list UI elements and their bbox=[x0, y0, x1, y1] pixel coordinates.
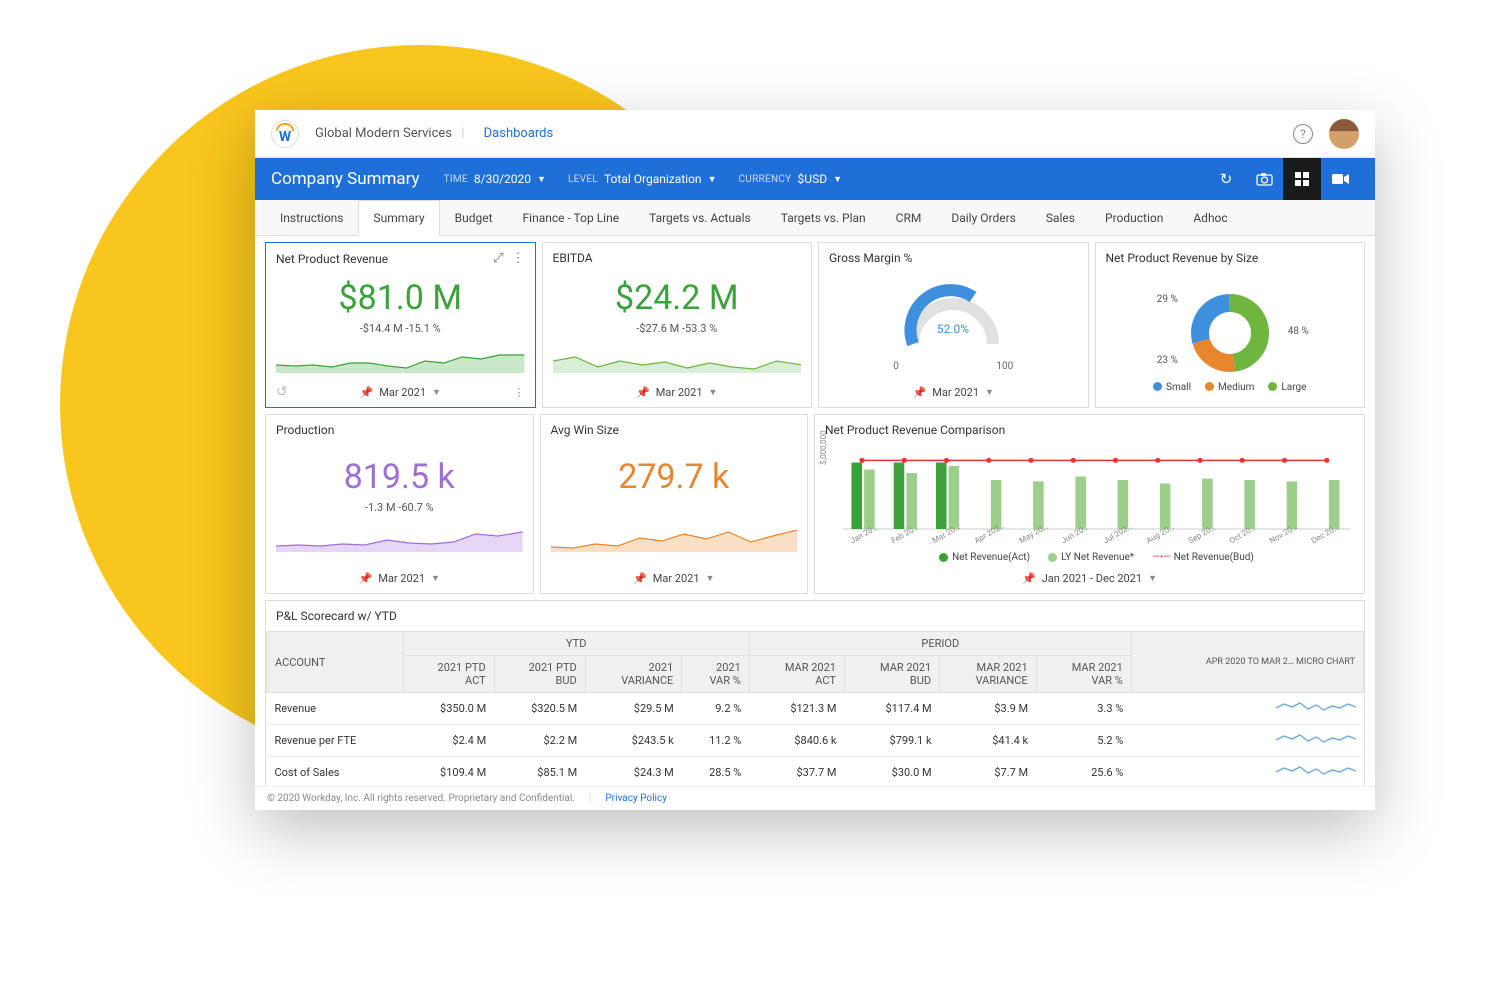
more-icon[interactable]: ⋮ bbox=[514, 386, 525, 399]
tab-crm[interactable]: CRM bbox=[881, 200, 937, 235]
card-footer[interactable]: 📌 Mar 2021 ▼ bbox=[819, 377, 1088, 407]
user-avatar[interactable] bbox=[1329, 119, 1359, 149]
card-footer[interactable]: 📌 Mar 2021 ▼ bbox=[543, 377, 812, 407]
caret-down-icon: ▼ bbox=[985, 387, 994, 398]
kpi-value: 279.7 k bbox=[618, 457, 729, 497]
caret-down-icon: ▼ bbox=[1148, 573, 1157, 584]
card-gross-margin[interactable]: Gross Margin % 52.0% 0 100 bbox=[818, 242, 1089, 408]
card-title: Avg Win Size bbox=[551, 423, 619, 437]
pin-icon: 📌 bbox=[359, 572, 373, 585]
caret-down-icon: ▼ bbox=[431, 573, 440, 584]
currency-filter[interactable]: CURRENCY $USD ▼ bbox=[738, 172, 842, 186]
micro-sparkline bbox=[1276, 762, 1356, 780]
topbar: W Global Modern Services | Dashboards ? bbox=[255, 110, 1375, 158]
sparkline bbox=[551, 520, 798, 552]
kpi-delta: -$14.4 M -15.1 % bbox=[360, 322, 441, 335]
donut-legend: Small Medium Large bbox=[1153, 382, 1306, 393]
svg-text:52.0%: 52.0% bbox=[937, 322, 969, 336]
history-icon[interactable]: ↺ bbox=[276, 384, 288, 400]
app-footer: © 2020 Workday, Inc. All rights reserved… bbox=[255, 786, 1375, 810]
tab-production[interactable]: Production bbox=[1090, 200, 1178, 235]
tab-summary[interactable]: Summary bbox=[358, 200, 439, 236]
time-filter[interactable]: TIME 8/30/2020 ▼ bbox=[444, 172, 546, 186]
table-row[interactable]: Revenue$350.0 M$320.5 M$29.5 M9.2 %$121.… bbox=[267, 693, 1364, 725]
sparkline bbox=[276, 341, 525, 373]
card-revenue-by-size[interactable]: Net Product Revenue by Size 29 % 23 % 48… bbox=[1095, 242, 1366, 408]
pl-scorecard: P&L Scorecard w/ YTD ACCOUNT YTD PERIOD … bbox=[265, 600, 1365, 786]
card-production[interactable]: Production 819.5 k -1.3 M -60.7 % 📌 Mar … bbox=[265, 414, 534, 594]
pin-icon: 📌 bbox=[636, 386, 650, 399]
help-icon[interactable]: ? bbox=[1293, 124, 1313, 144]
scorecard-table: ACCOUNT YTD PERIOD APR 2020 TO MAR 2… MI… bbox=[266, 631, 1364, 786]
sparkline bbox=[553, 341, 802, 373]
combo-legend: Net Revenue(Act) LY Net Revenue* —•— Net… bbox=[843, 552, 1350, 563]
micro-sparkline bbox=[1276, 698, 1356, 716]
scorecard-title: P&L Scorecard w/ YTD bbox=[266, 601, 1364, 631]
filter-bar: Company Summary TIME 8/30/2020 ▼ LEVEL T… bbox=[255, 158, 1375, 200]
refresh-icon[interactable]: ↻ bbox=[1207, 158, 1245, 200]
table-row[interactable]: Revenue per FTE$2.4 M$2.2 M$243.5 k11.2 … bbox=[267, 725, 1364, 757]
breadcrumb: Global Modern Services | Dashboards bbox=[315, 126, 553, 141]
tab-finance-top-line[interactable]: Finance - Top Line bbox=[508, 200, 635, 235]
tab-sales[interactable]: Sales bbox=[1031, 200, 1090, 235]
video-icon[interactable] bbox=[1321, 158, 1359, 200]
card-title: Production bbox=[276, 423, 334, 437]
app-window: W Global Modern Services | Dashboards ? … bbox=[255, 110, 1375, 810]
card-revenue-comparison[interactable]: Net Product Revenue Comparison $,000,000… bbox=[814, 414, 1365, 594]
tab-targets-vs-actuals[interactable]: Targets vs. Actuals bbox=[634, 200, 766, 235]
page-title: Company Summary bbox=[271, 169, 420, 189]
card-ebitda[interactable]: EBITDA $24.2 M -$27.6 M -53.3 % 📌 Mar 20… bbox=[542, 242, 813, 408]
tabs: InstructionsSummaryBudgetFinance - Top L… bbox=[255, 200, 1375, 236]
card-avg-win-size[interactable]: Avg Win Size 279.7 k 📌 Mar 2021 ▼ bbox=[540, 414, 809, 594]
card-footer[interactable]: 📌 Jan 2021 - Dec 2021 ▼ bbox=[815, 563, 1364, 593]
privacy-link[interactable]: Privacy Policy bbox=[605, 793, 667, 804]
caret-down-icon: ▼ bbox=[709, 387, 718, 398]
kpi-value: $24.2 M bbox=[615, 278, 739, 318]
caret-down-icon: ▼ bbox=[708, 174, 717, 185]
donut-chart bbox=[1185, 288, 1275, 378]
org-name: Global Modern Services bbox=[315, 126, 452, 141]
kpi-value: $81.0 M bbox=[338, 278, 462, 318]
tab-targets-vs-plan[interactable]: Targets vs. Plan bbox=[766, 200, 881, 235]
pin-icon: 📌 bbox=[913, 386, 927, 399]
grid-view-icon[interactable] bbox=[1283, 158, 1321, 200]
level-filter[interactable]: LEVEL Total Organization ▼ bbox=[568, 172, 717, 186]
tab-adhoc[interactable]: Adhoc bbox=[1178, 200, 1242, 235]
gauge-chart: 52.0% bbox=[898, 279, 1008, 359]
caret-down-icon: ▼ bbox=[833, 174, 842, 185]
card-footer[interactable]: ↺ 📌 Mar 2021 ▼ ⋮ bbox=[266, 377, 535, 407]
caret-down-icon: ▼ bbox=[432, 387, 441, 398]
expand-icon[interactable]: ⤢ bbox=[493, 251, 503, 266]
caret-down-icon: ▼ bbox=[537, 174, 546, 185]
table-row[interactable]: Cost of Sales$109.4 M$85.1 M$24.3 M28.5 … bbox=[267, 757, 1364, 787]
card-footer[interactable]: 📌 Mar 2021 ▼ bbox=[266, 563, 533, 593]
tab-daily-orders[interactable]: Daily Orders bbox=[936, 200, 1031, 235]
breadcrumb-dashboards-link[interactable]: Dashboards bbox=[484, 126, 554, 141]
kpi-delta: -1.3 M -60.7 % bbox=[365, 501, 434, 514]
card-footer[interactable]: 📌 Mar 2021 ▼ bbox=[541, 563, 808, 593]
caret-down-icon: ▼ bbox=[706, 573, 715, 584]
card-net-product-revenue[interactable]: Net Product Revenue ⤢ ⋮ $81.0 M -$14.4 M… bbox=[265, 242, 536, 408]
card-title: Gross Margin % bbox=[829, 251, 912, 265]
card-title: Net Product Revenue by Size bbox=[1106, 251, 1259, 265]
card-title: Net Product Revenue bbox=[276, 252, 388, 266]
more-icon[interactable]: ⋮ bbox=[512, 251, 525, 266]
kpi-value: 819.5 k bbox=[344, 457, 455, 497]
card-title: EBITDA bbox=[553, 251, 593, 265]
sparkline bbox=[276, 520, 523, 552]
workday-logo[interactable]: W bbox=[271, 120, 299, 148]
micro-sparkline bbox=[1276, 730, 1356, 748]
kpi-delta: -$27.6 M -53.3 % bbox=[636, 322, 717, 335]
copyright-text: © 2020 Workday, Inc. All rights reserved… bbox=[267, 793, 575, 804]
card-title: Net Product Revenue Comparison bbox=[825, 423, 1005, 437]
combo-chart bbox=[843, 449, 1350, 539]
pin-icon: 📌 bbox=[1022, 572, 1036, 585]
x-axis-labels: Jan 20…Feb 20…Mar 20…Apr 202…May 20…Jun … bbox=[843, 537, 1350, 546]
tab-instructions[interactable]: Instructions bbox=[265, 200, 358, 235]
pin-icon: 📌 bbox=[633, 572, 647, 585]
tab-budget[interactable]: Budget bbox=[440, 200, 508, 235]
camera-icon[interactable] bbox=[1245, 158, 1283, 200]
pin-icon: 📌 bbox=[360, 386, 374, 399]
y-axis-label: $,000,000 bbox=[819, 430, 828, 465]
